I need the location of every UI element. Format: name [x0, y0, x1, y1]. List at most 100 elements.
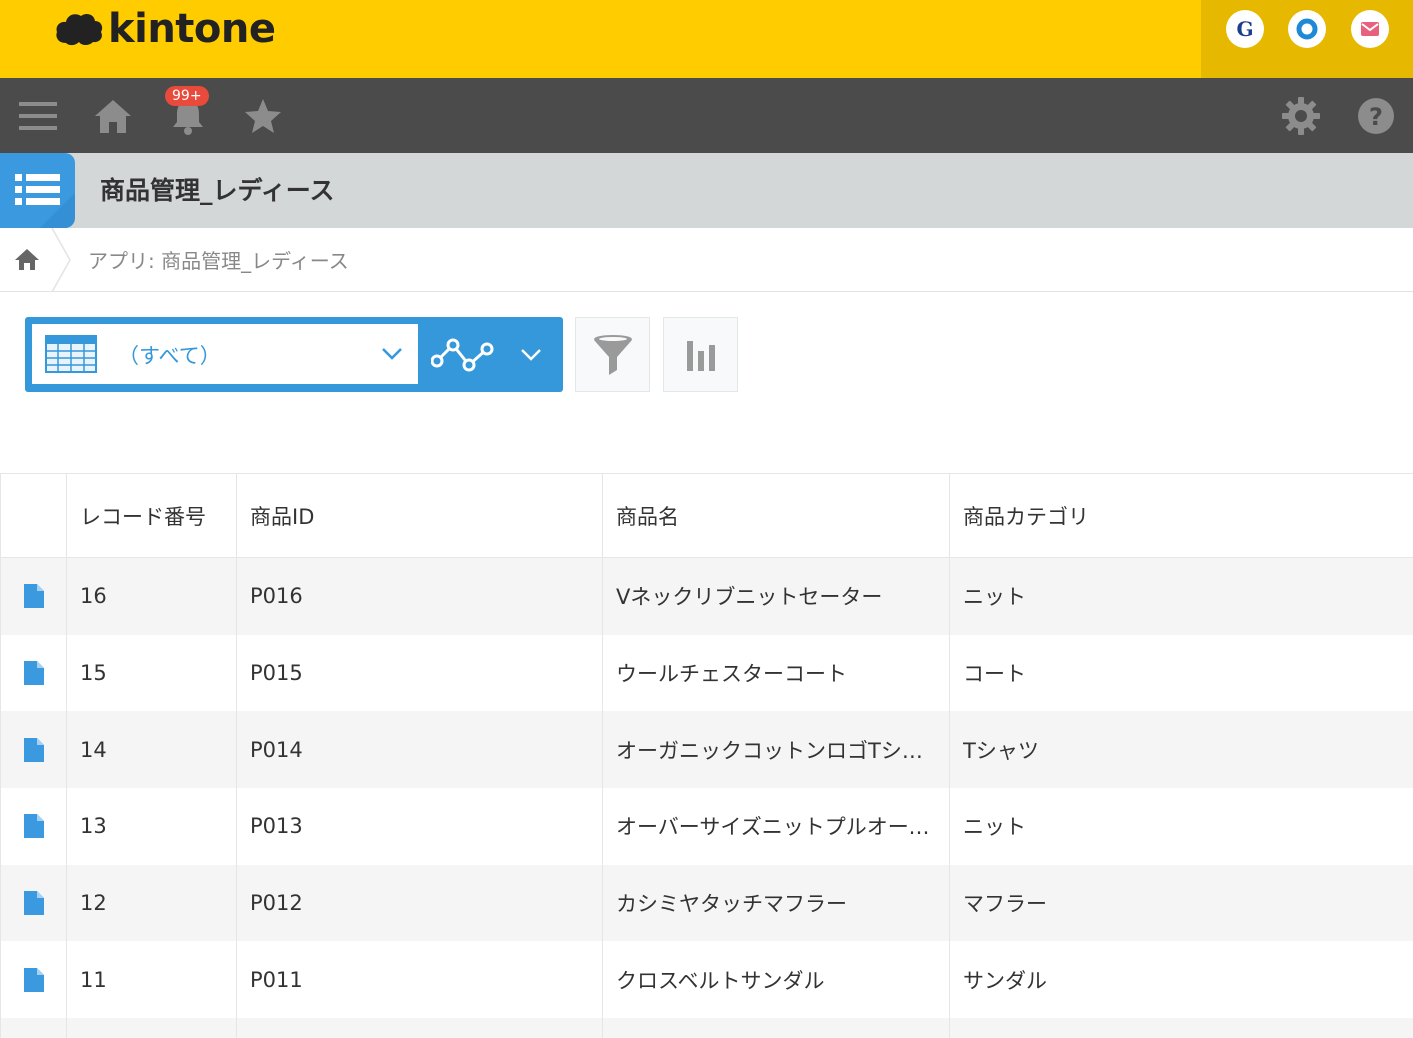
- cell-record-number: 13: [67, 788, 237, 865]
- cell-product-name: ウールチェスターコート: [603, 634, 950, 712]
- table-row: 12 P012 カシミヤタッチマフラー マフラー: [0, 864, 1413, 942]
- home-icon: [15, 249, 39, 270]
- graph-selector[interactable]: [425, 317, 563, 392]
- header-detail-column: [0, 474, 67, 557]
- svg-text:G: G: [1236, 17, 1253, 41]
- cell-record-number: 16: [67, 558, 237, 635]
- chevron-down-icon: [382, 348, 402, 360]
- cell-record-number: 14: [67, 711, 237, 789]
- help-button[interactable]: ?: [1356, 96, 1396, 136]
- view-dropdown[interactable]: （すべて）: [32, 324, 418, 384]
- hamburger-icon: [19, 102, 57, 130]
- breadcrumb: アプリ: 商品管理_レディース: [0, 228, 1413, 292]
- gear-icon: [1282, 97, 1320, 135]
- cell-product-category: コート: [963, 662, 1026, 687]
- filter-icon: [593, 334, 632, 375]
- cell-record-number: 11: [67, 941, 237, 1019]
- document-icon: [23, 967, 44, 992]
- view-label: （すべて）: [118, 344, 221, 368]
- favorites-button[interactable]: [243, 96, 283, 136]
- table-row: 16 P016 Vネックリブニットセーター ニット: [0, 558, 1413, 635]
- graph-button[interactable]: [663, 317, 738, 392]
- record-detail-link[interactable]: [0, 941, 67, 1019]
- cell-record-number: 15: [67, 634, 237, 712]
- bar-chart-icon: [686, 340, 715, 371]
- table-header-row: レコード番号 商品ID 商品名 商品カテゴリ: [0, 474, 1413, 558]
- cell-product-id: P016: [237, 558, 603, 635]
- cell-product-category: ニット: [963, 585, 1026, 610]
- menu-button[interactable]: [18, 96, 58, 136]
- partial-cell: [603, 1018, 950, 1038]
- notification-badge: 99+: [165, 86, 209, 106]
- partial-cell: [67, 1018, 237, 1038]
- record-detail-link[interactable]: [0, 788, 67, 865]
- table-view-icon: [45, 335, 97, 373]
- chevron-down-icon: [521, 349, 541, 361]
- g-icon: G: [1236, 17, 1253, 41]
- star-icon: [245, 99, 281, 133]
- document-icon: [23, 891, 44, 916]
- cell-product-name: Vネックリブニットセーター: [603, 558, 950, 635]
- app-icon[interactable]: [0, 153, 75, 228]
- partial-cell: [950, 1018, 1413, 1038]
- cell-product-name: オーガニックコットンロゴTシャツ: [603, 711, 950, 789]
- header-apps-area: G: [1201, 0, 1413, 78]
- record-detail-link[interactable]: [0, 711, 67, 789]
- record-detail-link[interactable]: [0, 864, 67, 942]
- ring-icon: [1296, 18, 1318, 40]
- view-selector[interactable]: （すべて）: [25, 317, 563, 392]
- kintone-logo[interactable]: kintone: [54, 6, 276, 52]
- cell-product-name: カシミヤタッチマフラー: [603, 864, 950, 942]
- mail-button[interactable]: [1351, 10, 1389, 48]
- cell-product-category: サンダル: [963, 968, 1047, 993]
- space-button[interactable]: [1288, 10, 1326, 48]
- cell-product-id: P012: [237, 864, 603, 942]
- header-product-name[interactable]: 商品名: [603, 474, 950, 557]
- document-icon: [23, 584, 44, 609]
- header-product-category[interactable]: 商品カテゴリ: [950, 474, 1413, 557]
- home-button[interactable]: [93, 96, 133, 136]
- partial-cell: [0, 1018, 67, 1038]
- cell-record-number: 12: [67, 864, 237, 942]
- cell-product-name: クロスベルトサンダル: [603, 941, 950, 1019]
- cloud-logo-icon: [56, 13, 103, 46]
- cell-product-category: マフラー: [963, 892, 1047, 917]
- logo-text: kintone: [108, 6, 276, 52]
- filter-button[interactable]: [575, 317, 650, 392]
- home-icon: [95, 100, 131, 133]
- breadcrumb-separator-icon: [51, 228, 71, 292]
- cell-product-id: P014: [237, 711, 603, 789]
- svg-text:?: ?: [1369, 103, 1383, 131]
- table-row: 14 P014 オーガニックコットンロゴTシャツ Tシャツ: [0, 711, 1413, 789]
- table-row: 15 P015 ウールチェスターコート コート: [0, 634, 1413, 712]
- partial-cell: [237, 1018, 603, 1038]
- cell-product-id: P011: [237, 941, 603, 1019]
- global-nav: ?: [0, 78, 1413, 153]
- record-detail-link[interactable]: [0, 558, 67, 635]
- header-record-number[interactable]: レコード番号: [67, 474, 237, 557]
- document-icon: [23, 814, 44, 839]
- table-row-partial: [0, 1018, 1413, 1038]
- cell-product-name: オーバーサイズニットプルオーバー: [603, 788, 950, 865]
- top-header: kintone G: [0, 0, 1413, 78]
- graph-line-icon: [431, 338, 494, 372]
- breadcrumb-app-link[interactable]: アプリ: 商品管理_レディース: [88, 245, 349, 274]
- cell-product-id: P013: [237, 788, 603, 865]
- table-row: 13 P013 オーバーサイズニットプルオーバー ニット: [0, 788, 1413, 865]
- header-product-id[interactable]: 商品ID: [237, 474, 603, 557]
- settings-button[interactable]: [1281, 96, 1321, 136]
- cell-product-category: ニット: [963, 815, 1026, 840]
- record-list-table: レコード番号 商品ID 商品名 商品カテゴリ 16 P016 Vネックリブニット…: [0, 473, 1413, 1038]
- cell-product-id: P015: [237, 634, 603, 712]
- page-title: 商品管理_レディース: [100, 176, 335, 205]
- table-row: 11 P011 クロスベルトサンダル サンダル: [0, 941, 1413, 1019]
- breadcrumb-home[interactable]: [14, 246, 40, 272]
- record-detail-link[interactable]: [0, 634, 67, 712]
- document-icon: [23, 737, 44, 762]
- garoon-button[interactable]: G: [1226, 10, 1264, 48]
- cell-product-category: Tシャツ: [963, 738, 1039, 763]
- help-icon: ?: [1358, 98, 1394, 134]
- list-app-icon: [15, 174, 75, 228]
- mail-icon: [1361, 22, 1379, 36]
- document-icon: [23, 661, 44, 686]
